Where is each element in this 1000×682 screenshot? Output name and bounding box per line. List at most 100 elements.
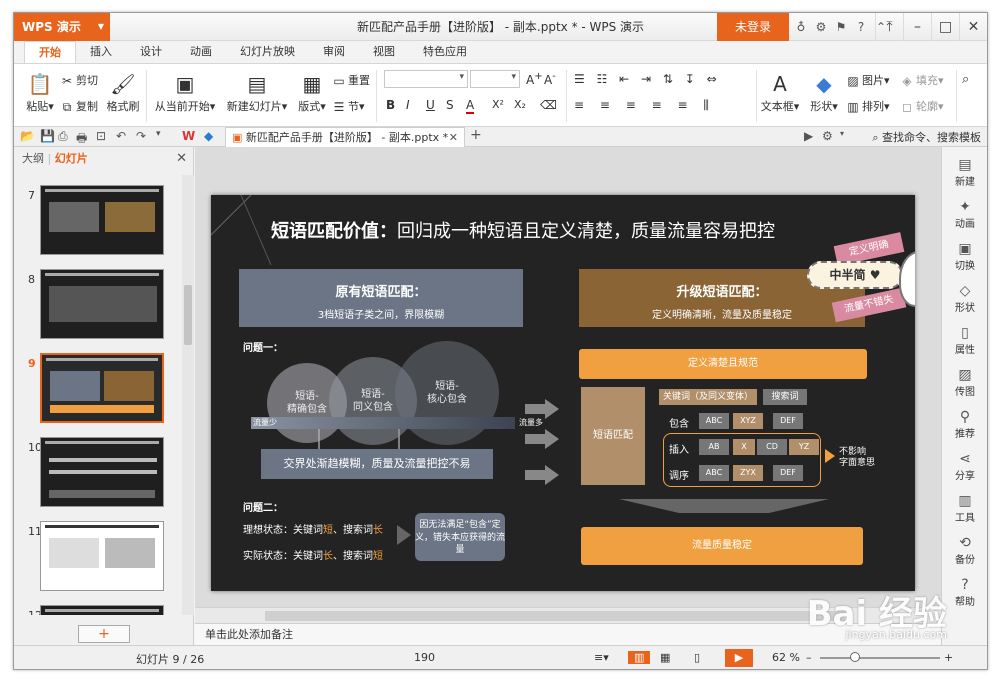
document-tab[interactable]: ▣ 新匹配产品手册【进阶版】 - 副本.pptx * ✕ — [225, 127, 465, 147]
underline-button[interactable]: U — [426, 98, 435, 112]
transition-item[interactable]: ▣ 切换 — [942, 241, 987, 272]
wps-logo-icon[interactable]: W — [182, 129, 195, 143]
tab-review[interactable]: 审阅 — [309, 41, 359, 63]
fill-button[interactable]: ◈ 填充▾ — [900, 72, 943, 88]
preview-icon[interactable]: ⊡ — [96, 129, 106, 143]
reading-view-icon[interactable]: ▯ — [694, 651, 700, 664]
help-label: 帮助 — [955, 597, 975, 608]
tab-insert[interactable]: 插入 — [76, 41, 126, 63]
current-slide[interactable]: 短语匹配价值：回归成一种短语且定义清楚，质量流量容易把控 原有短语匹配： 3档短… — [211, 195, 915, 591]
superscript-button[interactable]: X² — [492, 98, 504, 111]
from-current-button[interactable]: ▣ 从当前开始▾ — [154, 70, 216, 114]
add-tab-icon[interactable]: + — [470, 127, 482, 143]
down-trapezoid — [619, 499, 829, 513]
tab-animation[interactable]: 动画 — [176, 41, 226, 63]
close-icon[interactable]: ✕ — [449, 128, 458, 147]
add-slide-button[interactable]: + — [78, 625, 130, 643]
redo-icon[interactable]: ↷ — [136, 129, 146, 143]
restore-view-icon[interactable]: ⤒ — [875, 13, 903, 41]
save-icon[interactable]: 💾 — [40, 129, 55, 143]
gear-icon[interactable]: ⚙ — [822, 129, 833, 143]
command-search[interactable]: ⌕ 查找命令、搜索模板 — [872, 129, 981, 145]
tools-item[interactable]: ▥ 工具 — [942, 493, 987, 524]
textbox-label: 文本框 — [760, 100, 794, 113]
fill-label: 填充 — [916, 74, 938, 87]
textbox-button[interactable]: A 文本框▾ — [760, 70, 800, 114]
font-size-select[interactable] — [470, 70, 520, 88]
backup-item[interactable]: ⟲ 备份 — [942, 535, 987, 566]
chevron-down-icon[interactable]: ▾ — [840, 129, 844, 138]
slide-thumb-11[interactable] — [40, 521, 164, 591]
zoom-slider[interactable] — [820, 652, 940, 662]
cell: XYZ — [733, 413, 763, 429]
italic-button[interactable]: I — [406, 98, 410, 112]
skin-icon[interactable]: ♁ — [792, 18, 810, 36]
zoom-out-icon[interactable]: – — [806, 651, 812, 664]
zoom-in-icon[interactable]: + — [944, 651, 953, 664]
settings-icon[interactable]: ⚙ — [812, 18, 830, 36]
rec-icon[interactable]: ▶ — [804, 129, 813, 143]
chevron-down-icon[interactable]: ▾ — [156, 129, 161, 139]
close-button[interactable]: ✕ — [959, 13, 987, 41]
font-shrink-icon[interactable]: A- — [544, 71, 556, 87]
new-item[interactable]: ▤ 新建 — [942, 157, 987, 188]
layout-button[interactable]: ▦ 版式▾ — [296, 70, 328, 114]
recommend-item[interactable]: ⚲ 推荐 — [942, 409, 987, 440]
font-color-button[interactable]: A — [466, 98, 475, 114]
tab-slideshow[interactable]: 幻灯片放映 — [226, 41, 309, 63]
tab-slides[interactable]: 幻灯片 — [55, 152, 88, 165]
login-button[interactable]: 未登录 — [717, 13, 789, 41]
slide-thumb-12[interactable] — [40, 605, 164, 615]
outline-button[interactable]: ◻ 轮廓▾ — [900, 98, 944, 114]
close-icon[interactable]: ✕ — [176, 147, 187, 171]
align-icons[interactable]: ≡ ≡ ≡ ≡ ≡ ⫼ — [574, 98, 715, 113]
shadow-button[interactable]: S — [446, 98, 454, 112]
tab-special[interactable]: 特色应用 — [409, 41, 481, 63]
bullet-list-icon[interactable]: ☰ ☷ ⇤ ⇥ ⇅ ↧ ⇔ — [574, 72, 721, 86]
property-item[interactable]: ▯ 属性 — [942, 325, 987, 356]
cloud-cube-icon[interactable]: ◆ — [204, 129, 213, 143]
play-button[interactable]: ▶ — [725, 649, 753, 667]
new-slide-button[interactable]: ▤ 新建幻灯片▾ — [224, 70, 290, 114]
reset-button[interactable]: ▭ 重置 — [332, 72, 370, 88]
shape-label: 形状 — [955, 303, 975, 314]
undo-icon[interactable]: ↶ — [116, 129, 126, 143]
shape-item[interactable]: ◇ 形状 — [942, 283, 987, 314]
format-painter-button[interactable]: 🖌 格式刷 — [106, 70, 140, 114]
thumbnail-scrollbar[interactable] — [182, 175, 194, 615]
export-icon[interactable]: ⎙ — [58, 129, 68, 144]
find-icon[interactable]: ⌕ — [962, 72, 969, 87]
tab-outline[interactable]: 大纲 — [22, 152, 44, 165]
slide-thumb-10[interactable] — [40, 437, 164, 507]
help-icon[interactable]: ? — [852, 18, 870, 36]
picture-button[interactable]: ▨ 图片▾ — [846, 72, 889, 88]
paste-button[interactable]: 📋 粘贴▾ — [22, 70, 58, 114]
slide-thumb-8[interactable] — [40, 269, 164, 339]
normal-view-icon[interactable]: ▥ — [628, 651, 651, 664]
copy-button[interactable]: ⧉ 复制 — [60, 98, 98, 114]
minimize-button[interactable]: – — [903, 13, 931, 41]
subscript-button[interactable]: X₂ — [514, 98, 526, 111]
arrange-button[interactable]: ▥ 排列▾ — [846, 98, 889, 114]
font-grow-icon[interactable]: A+ — [526, 71, 543, 87]
tshirt-icon[interactable]: ⚑ — [832, 18, 850, 36]
clear-format-icon[interactable]: ⌫ — [540, 98, 557, 112]
slide-thumb-7[interactable] — [40, 185, 164, 255]
maximize-button[interactable]: □ — [931, 13, 959, 41]
upload-image-item[interactable]: ▨ 传图 — [942, 367, 987, 398]
tab-design[interactable]: 设计 — [126, 41, 176, 63]
tab-home[interactable]: 开始 — [24, 41, 76, 63]
tab-view[interactable]: 视图 — [359, 41, 409, 63]
animation-item[interactable]: ✦ 动画 — [942, 199, 987, 230]
help-item[interactable]: ? 帮助 — [942, 577, 987, 608]
bold-button[interactable]: B — [386, 98, 395, 112]
cut-button[interactable]: ✂ 剪切 — [60, 72, 98, 88]
share-item[interactable]: ⋖ 分享 — [942, 451, 987, 482]
view-menu-icon[interactable]: ≡▾ — [594, 651, 609, 664]
font-name-select[interactable] — [384, 70, 468, 88]
sorter-view-icon[interactable]: ▦ — [660, 651, 670, 664]
open-icon[interactable]: 📂 — [20, 129, 35, 143]
section-button[interactable]: ☰ 节▾ — [332, 98, 365, 114]
shape-button[interactable]: ◆ 形状▾ — [806, 70, 842, 114]
slide-thumb-9[interactable] — [40, 353, 164, 423]
